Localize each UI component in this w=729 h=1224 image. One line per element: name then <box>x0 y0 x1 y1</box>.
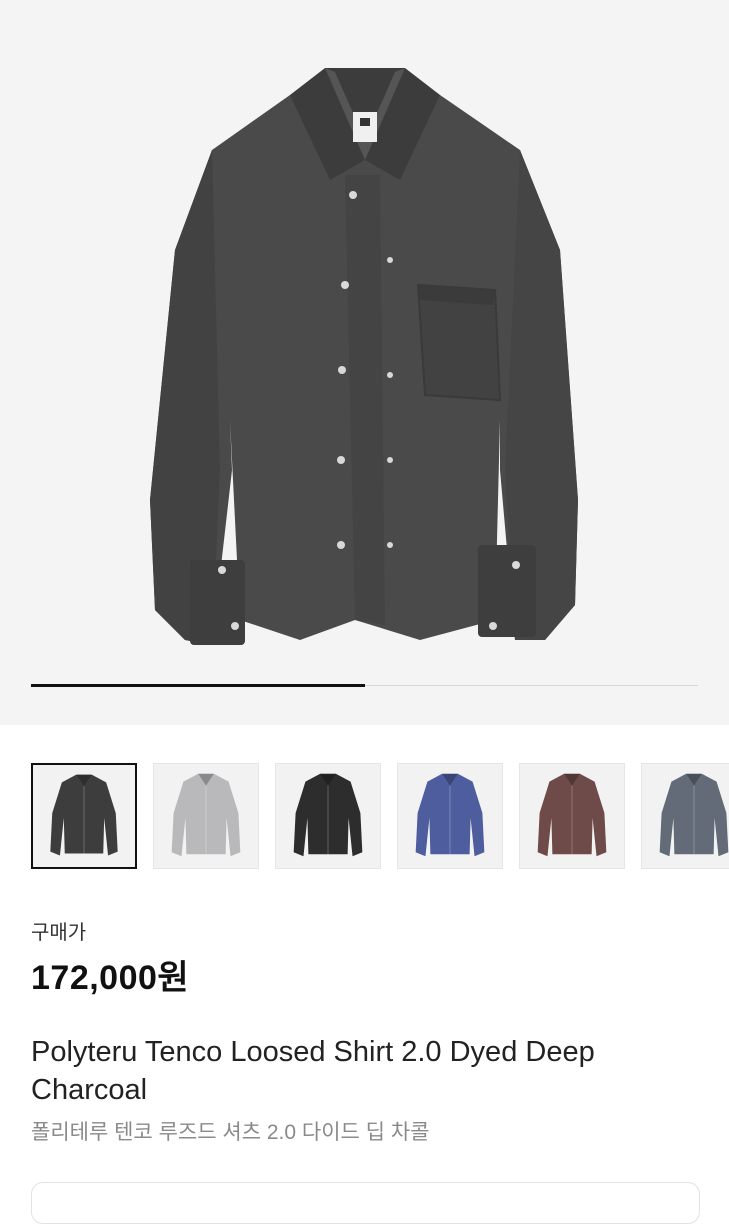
shirt-thumbnail-icon <box>50 774 118 856</box>
price: 172,000원 <box>31 959 190 997</box>
color-thumbnail-brown[interactable] <box>519 763 625 869</box>
bottom-card[interactable] <box>31 1182 700 1224</box>
brand-label <box>353 112 377 142</box>
product-title-en: Polyteru Tenco Loosed Shirt 2.0 Dyed Dee… <box>31 1036 595 1106</box>
right-cuff <box>478 545 536 637</box>
color-thumbnail-deep-charcoal[interactable] <box>31 763 137 869</box>
shirt-thumbnail-icon <box>415 773 485 857</box>
color-thumbnail-black[interactable] <box>275 763 381 869</box>
color-thumbnail-slate[interactable] <box>641 763 729 869</box>
color-thumbnail-light-grey[interactable] <box>153 763 259 869</box>
gallery-progress <box>31 684 698 687</box>
product-image-gallery[interactable] <box>0 0 729 725</box>
shirt-thumbnail-icon <box>171 773 241 857</box>
shirt-thumbnail-icon <box>293 773 363 857</box>
shirt-thumbnail-icon <box>537 773 607 857</box>
gallery-progress-fill <box>31 684 365 687</box>
product-photo <box>150 68 578 645</box>
price-label: 구매가 <box>31 922 87 944</box>
shirt-thumbnail-icon <box>659 773 729 857</box>
color-thumbnail-blue[interactable] <box>397 763 503 869</box>
color-thumbnail-list <box>31 763 729 869</box>
product-title-ko: 폴리테루 텐코 루즈드 셔츠 2.0 다이드 딥 차콜 <box>31 1121 430 1144</box>
left-cuff <box>190 560 245 645</box>
